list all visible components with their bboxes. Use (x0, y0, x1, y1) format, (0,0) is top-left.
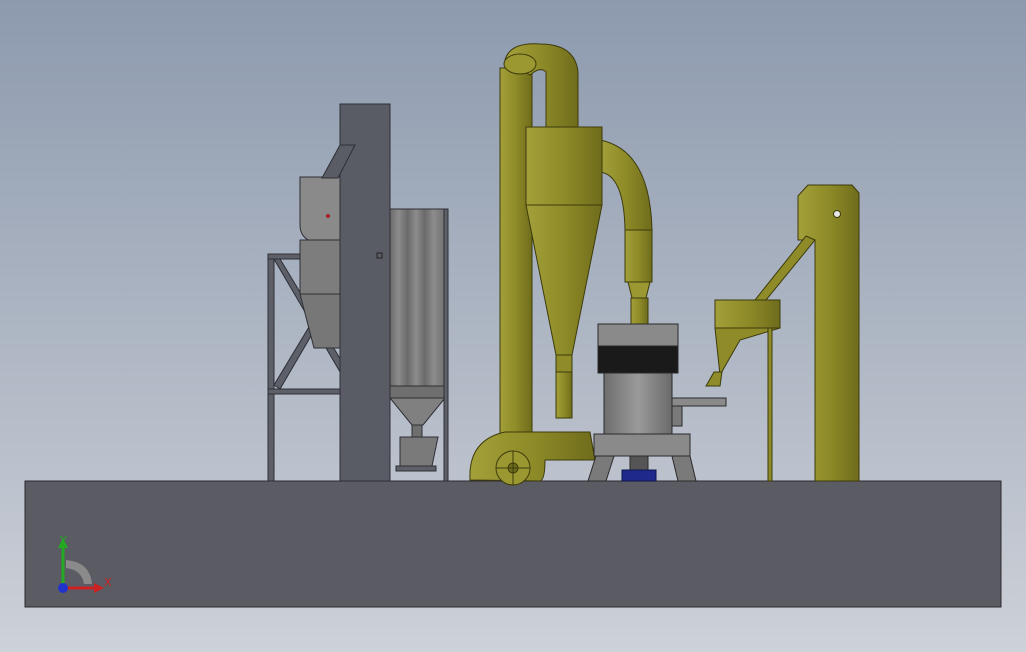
z-axis-dot (58, 583, 68, 593)
base-slab[interactable] (24, 480, 1002, 608)
y-axis-label: Y (59, 534, 67, 547)
main-motor[interactable] (621, 469, 657, 482)
model-canvas: Y X (0, 0, 1026, 652)
cad-viewport[interactable]: Y X (0, 0, 1026, 652)
x-axis-label: X (104, 576, 112, 589)
